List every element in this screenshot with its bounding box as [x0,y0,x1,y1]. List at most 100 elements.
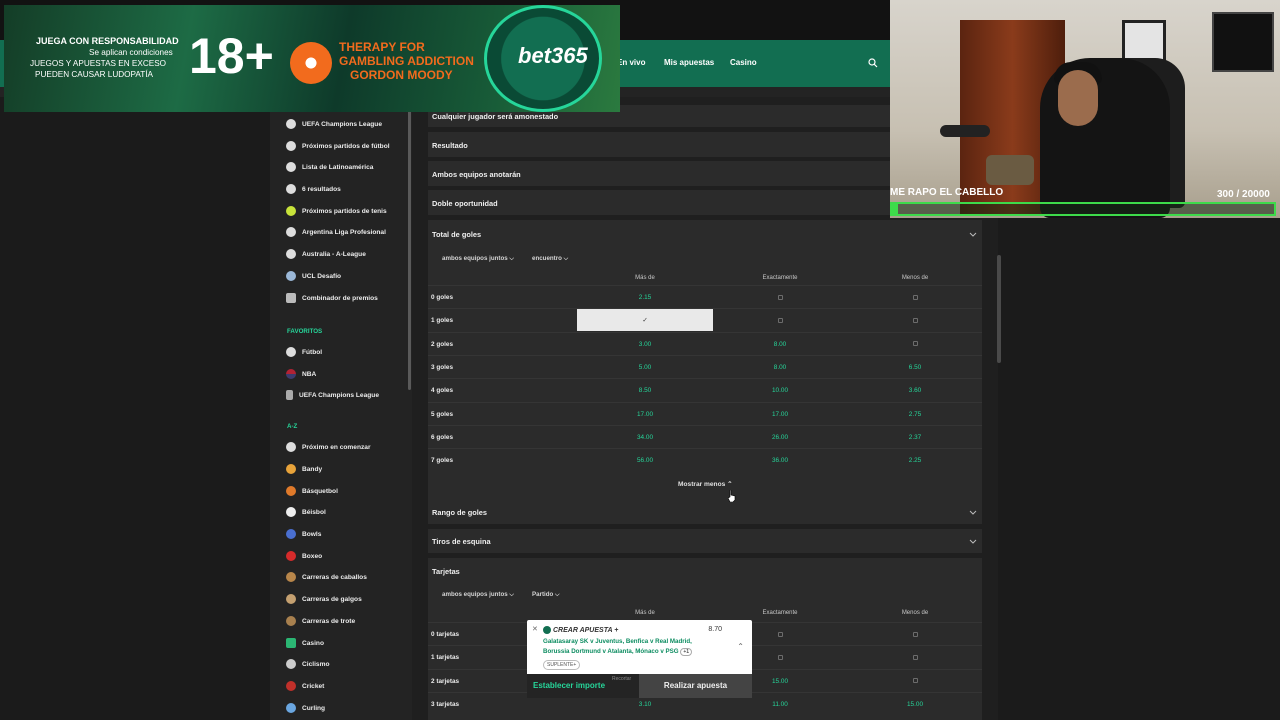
webcam-overlay: ME RAPO EL CABELLO 300 / 20000 [890,0,1280,218]
odds-value: 8.00 [773,363,787,371]
sidebar-item-combinador[interactable]: Combinador de premios [286,290,378,306]
odds-cell-menos[interactable]: 2.25 [847,449,983,472]
odds-cell-exact[interactable]: 36.00 [712,449,848,472]
bet-slip: ✕ CREAR APUESTA + 8.70 ⌃ Galatasaray SK … [527,620,752,698]
market-tiros-esquina[interactable]: Tiros de esquina [428,529,982,553]
odds-cell-mas[interactable]: 3.00 [577,333,713,356]
sidebar-item-caballos[interactable]: Carreras de caballos [286,569,367,585]
market-rango-goles[interactable]: Rango de goles [428,500,982,524]
odds-cell-menos[interactable] [847,623,983,646]
sidebar-item-ucl-desafio[interactable]: UCL Desafío [286,268,341,284]
sidebar-item-basquetbol[interactable]: Básquetbol [286,483,338,499]
odds-cell-exact[interactable] [712,286,848,309]
ticket-icon [286,293,296,303]
market-title: Doble oportunidad [432,199,498,208]
odds-row: 2 goles 3.00 8.00 [428,331,983,356]
odds-row: 1 goles ✓ [428,308,983,332]
sidebar-item-nba[interactable]: NBA [286,366,316,382]
sidebar-item-trote[interactable]: Carreras de trote [286,613,355,629]
sidebar-item-ucl-fav[interactable]: UEFA Champions League [286,387,379,403]
odds-cell-mas[interactable]: ✓ [577,309,713,332]
nav-mis-apuestas[interactable]: Mis apuestas [664,58,714,67]
sidebar-item-casino[interactable]: Casino [286,635,324,651]
odds-cell-mas[interactable]: 17.00 [577,403,713,426]
gordon-moody-logo-icon [290,42,332,84]
sidebar-item-tenis[interactable]: Próximos partidos de tenis [286,203,387,219]
sidebar-item-bandy[interactable]: Bandy [286,461,322,477]
show-less-link[interactable]: Mostrar menos ⌃ [678,480,733,488]
nav-en-vivo[interactable]: En vivo [617,58,645,67]
odds-cell-menos[interactable]: 2.37 [847,426,983,449]
odds-cell-exact[interactable]: 26.00 [712,426,848,449]
chevron-down-icon[interactable] [969,537,977,545]
filter-label: encuentro [532,255,562,262]
sidebar-item-label: Carreras de galgos [302,595,362,603]
odds-value: 15.00 [772,677,788,685]
odds-cell-mas[interactable]: 2.15 [577,286,713,309]
odds-cell-menos[interactable] [847,333,983,356]
sidebar-item-label: Australia - A-League [302,250,366,258]
odds-cell-menos[interactable]: 3.60 [847,379,983,402]
odds-cell-exact[interactable]: 17.00 [712,403,848,426]
row-label: 4 goles [431,387,454,395]
sidebar-item-6-resultados[interactable]: 6 resultados [286,181,341,197]
sidebar-item-label: Ciclismo [302,660,330,668]
sidebar-item-beisbol[interactable]: Béisbol [286,504,326,520]
lock-icon [777,631,783,637]
chevron-up-icon[interactable]: ⌃ [737,642,744,651]
sidebar-scrollbar[interactable] [408,110,411,390]
market-title[interactable]: Total de goles [432,230,481,239]
odds-cell-menos[interactable]: 2.75 [847,403,983,426]
odds-cell-exact[interactable] [712,309,848,332]
odds-cell-mas[interactable]: 5.00 [577,356,713,379]
sidebar-item-galgos[interactable]: Carreras de galgos [286,591,362,607]
filter-partido[interactable]: Partido ⌵ [532,591,560,599]
sidebar-item-australia[interactable]: Australia - A-League [286,246,366,262]
search-icon[interactable] [868,58,878,68]
close-icon[interactable]: ✕ [532,625,538,633]
filter-ambos-equipos[interactable]: ambos equipos juntos ⌵ [442,255,514,263]
col-mas-de: Más de [635,275,655,281]
row-label: 2 tarjetas [431,677,460,685]
odds-cell-menos[interactable] [847,646,983,669]
main-scrollbar[interactable] [997,255,1001,363]
odds-value: 56.00 [637,457,653,465]
place-bet-button[interactable]: Realizar apuesta [639,674,752,698]
odds-cell-menos[interactable]: 6.50 [847,356,983,379]
odds-cell-menos[interactable]: 15.00 [847,693,983,716]
market-title[interactable]: Tarjetas [432,567,460,576]
responsible-gambling-banner[interactable]: JUEGA CON RESPONSABILIDAD Se aplican con… [4,5,620,112]
chevron-down-icon[interactable] [969,508,977,516]
odds-cell-menos[interactable] [847,309,983,332]
odds-cell-mas[interactable]: 8.50 [577,379,713,402]
sidebar-item-proximos-futbol[interactable]: Próximos partidos de fútbol [286,138,390,154]
sidebar-item-boxeo[interactable]: Boxeo [286,548,322,564]
filter-label: Partido [532,591,554,598]
odds-cell-exact[interactable]: 10.00 [712,379,848,402]
sidebar-item-ciclismo[interactable]: Ciclismo [286,656,329,672]
chevron-up-icon[interactable] [969,230,977,238]
odds-cell-mas[interactable]: 34.00 [577,426,713,449]
sidebar-item-bowls[interactable]: Bowls [286,526,321,542]
filter-ambos-equipos-tarjetas[interactable]: ambos equipos juntos ⌵ [442,591,514,599]
sidebar-item-argentina[interactable]: Argentina Liga Profesional [286,224,386,240]
row-label: 0 tarjetas [431,631,460,638]
odds-cell-menos[interactable] [847,670,983,693]
sidebar-item-proximo[interactable]: Próximo en comenzar [286,439,371,455]
sidebar-item-label: Béisbol [302,508,326,516]
sidebar-item-ucl[interactable]: UEFA Champions League [286,116,382,132]
nav-casino[interactable]: Casino [730,58,757,67]
filter-encuentro[interactable]: encuentro ⌵ [532,255,568,263]
odds-cell-exact[interactable]: 8.00 [712,333,848,356]
sidebar-item-curling[interactable]: Curling [286,700,325,716]
sidebar-item-futbol[interactable]: Fútbol [286,344,322,360]
sidebar-item-cricket[interactable]: Cricket [286,678,324,694]
odds-cell-menos[interactable] [847,286,983,309]
odds-cell-mas[interactable]: 56.00 [577,449,713,472]
odds-row: 3 goles 5.00 8.00 6.50 [428,354,983,379]
more-selections-badge[interactable]: +1 [680,648,693,656]
odds-value: 36.00 [772,457,788,465]
sidebar-item-latinoamerica[interactable]: Lista de Latinoamérica [286,159,373,175]
goal-current: 300 [1217,189,1234,200]
odds-cell-exact[interactable]: 8.00 [712,356,848,379]
